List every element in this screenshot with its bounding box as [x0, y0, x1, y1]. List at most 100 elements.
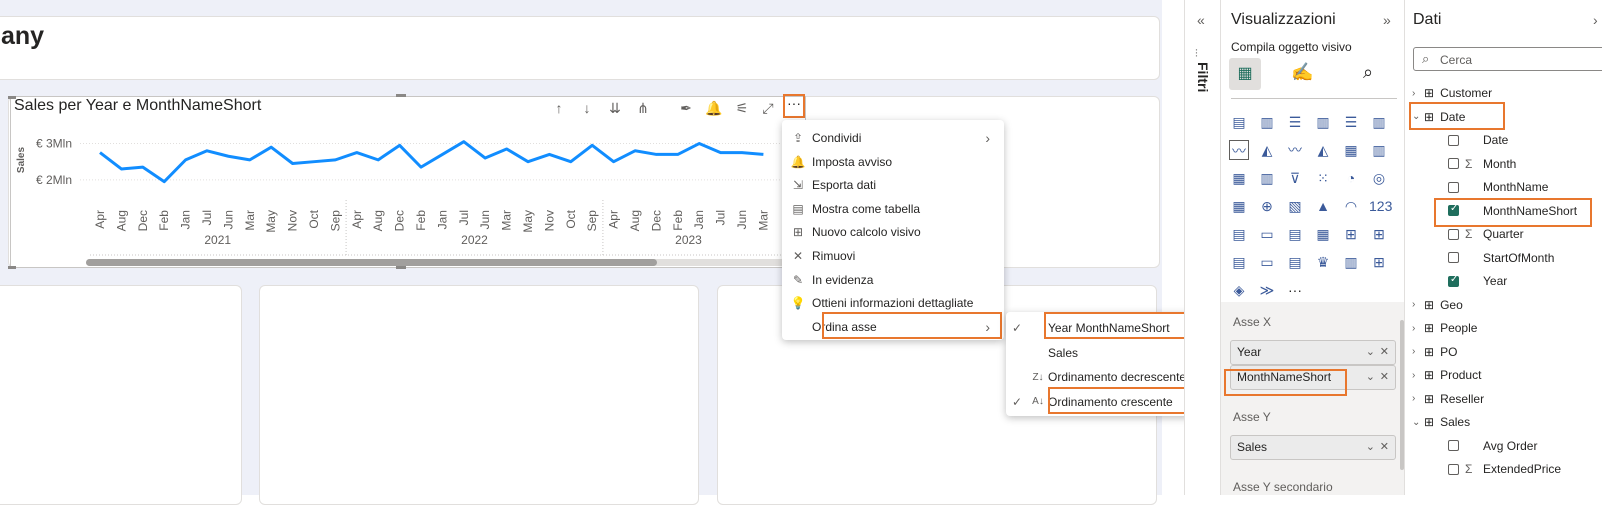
- viz-type-icon[interactable]: ◎: [1369, 168, 1389, 188]
- viz-type-icon[interactable]: ▦: [1313, 224, 1333, 244]
- chevron-right-icon[interactable]: ›: [1412, 370, 1424, 381]
- table-node[interactable]: › ⊞ Customer: [1412, 84, 1492, 102]
- format-visual-tab-icon[interactable]: ✍: [1291, 62, 1313, 83]
- well-field-pill[interactable]: Sales ⌄ ✕: [1230, 435, 1396, 460]
- search-placeholder[interactable]: Cerca: [1440, 53, 1472, 67]
- chevron-down-icon[interactable]: ⌄: [1366, 436, 1375, 459]
- filters-pane[interactable]: « ⫶ Filtri: [1184, 0, 1220, 495]
- viz-type-icon[interactable]: ◔: [1341, 168, 1361, 188]
- field-checkbox[interactable]: [1448, 274, 1459, 287]
- table-node[interactable]: › ⊞ Product: [1412, 366, 1481, 384]
- viz-type-icon[interactable]: ♛: [1313, 252, 1333, 272]
- table-node[interactable]: › ⊞ People: [1412, 319, 1477, 337]
- viz-type-icon[interactable]: ▥: [1313, 112, 1333, 132]
- field-node[interactable]: Σ Month: [1448, 155, 1516, 173]
- field-node[interactable]: Date: [1448, 131, 1508, 149]
- search-box[interactable]: ⌕ Cerca: [1413, 47, 1602, 71]
- viz-type-icon[interactable]: ▲: [1313, 196, 1333, 216]
- expand-pane-icon[interactable]: »: [1383, 12, 1391, 28]
- scrollbar-thumb[interactable]: [86, 259, 657, 266]
- field-checkbox[interactable]: [1448, 134, 1459, 146]
- field-node[interactable]: Σ Quarter: [1448, 225, 1524, 243]
- chevron-down-icon[interactable]: ⌄: [1366, 341, 1375, 364]
- build-visual-tab-icon[interactable]: ▦: [1229, 58, 1261, 90]
- field-node[interactable]: StartOfMonth: [1448, 249, 1554, 267]
- filter-toggle-icon[interactable]: ⫶: [1195, 48, 1198, 61]
- menu-item-condividi[interactable]: ⇪ Condividi ›: [782, 126, 1004, 150]
- viz-type-icon[interactable]: ⊞: [1341, 224, 1361, 244]
- viz-type-icon[interactable]: 123: [1369, 196, 1392, 216]
- menu-item-mostra-come-tabella[interactable]: ▤ Mostra come tabella: [782, 197, 1004, 221]
- collapse-data-pane-icon[interactable]: ›: [1593, 12, 1598, 28]
- viz-type-icon[interactable]: ▥: [1257, 112, 1277, 132]
- viz-type-icon[interactable]: ◈: [1229, 280, 1249, 300]
- x-group-label: 2021: [204, 233, 231, 247]
- viz-type-icon[interactable]: ▤: [1229, 252, 1249, 272]
- collapse-filters-icon[interactable]: «: [1197, 12, 1205, 28]
- viz-type-icon[interactable]: ▭: [1257, 224, 1277, 244]
- viz-type-icon[interactable]: ◭: [1313, 140, 1333, 160]
- chevron-right-icon[interactable]: ›: [1412, 393, 1424, 404]
- viz-type-icon[interactable]: ▥: [1341, 252, 1361, 272]
- menu-item-imposta-avviso[interactable]: 🔔 Imposta avviso: [782, 150, 1004, 174]
- more-visuals-icon[interactable]: ···: [1285, 280, 1305, 300]
- viz-type-icon[interactable]: ⁙: [1313, 168, 1333, 188]
- viz-type-icon[interactable]: ▥: [1369, 140, 1389, 160]
- viz-type-icon[interactable]: ▦: [1341, 140, 1361, 160]
- filters-label[interactable]: Filtri: [1195, 62, 1211, 92]
- chevron-right-icon[interactable]: ›: [1412, 299, 1424, 310]
- viz-type-icon[interactable]: ⊽: [1285, 168, 1305, 188]
- viz-type-icon[interactable]: ⊞: [1369, 224, 1389, 244]
- viz-type-icon[interactable]: ▥: [1257, 168, 1277, 188]
- field-checkbox[interactable]: [1448, 252, 1459, 263]
- viz-type-icon[interactable]: ▤: [1285, 224, 1305, 244]
- viz-type-icon[interactable]: ▦: [1229, 168, 1249, 188]
- well-label: Asse Y: [1233, 410, 1271, 424]
- viz-type-icon[interactable]: ☰: [1341, 112, 1361, 132]
- viz-type-icon[interactable]: 〰: [1229, 140, 1249, 160]
- viz-type-icon[interactable]: ▤: [1229, 112, 1249, 132]
- remove-field-icon[interactable]: ✕: [1380, 436, 1389, 459]
- field-node[interactable]: MonthName: [1448, 178, 1548, 196]
- menu-item-esporta-dati[interactable]: ⇲ Esporta dati: [782, 173, 1004, 197]
- viz-type-icon[interactable]: ≫: [1257, 280, 1277, 300]
- field-checkbox[interactable]: [1448, 158, 1459, 169]
- table-node[interactable]: › ⊞ PO: [1412, 343, 1457, 361]
- field-checkbox[interactable]: [1448, 228, 1459, 240]
- field-checkbox[interactable]: [1448, 440, 1459, 451]
- viz-type-icon[interactable]: ▭: [1257, 252, 1277, 272]
- field-node[interactable]: Σ ExtendedPrice: [1448, 460, 1561, 478]
- chevron-down-icon[interactable]: ⌄: [1412, 417, 1424, 428]
- menu-item-rimuovi[interactable]: ✕ Rimuovi: [782, 244, 1004, 268]
- menu-item-in-evidenza[interactable]: ✎ In evidenza: [782, 268, 1004, 292]
- field-node[interactable]: Avg Order: [1448, 437, 1537, 455]
- chevron-right-icon[interactable]: ›: [1412, 323, 1424, 334]
- field-node[interactable]: Year: [1448, 272, 1507, 290]
- remove-field-icon[interactable]: ✕: [1380, 341, 1389, 364]
- chevron-right-icon[interactable]: ›: [1412, 88, 1424, 99]
- table-node[interactable]: › ⊞ Reseller: [1412, 390, 1484, 408]
- field-checkbox[interactable]: [1448, 463, 1459, 475]
- viz-type-icon[interactable]: ▧: [1285, 196, 1305, 216]
- field-checkbox[interactable]: [1448, 181, 1459, 193]
- viz-type-icon[interactable]: ◭: [1257, 140, 1277, 160]
- viz-type-icon[interactable]: ▥: [1369, 112, 1389, 132]
- menu-item-nuovo-calcolo-visivo[interactable]: ⊞ Nuovo calcolo visivo: [782, 220, 1004, 244]
- viz-type-icon[interactable]: ▤: [1229, 224, 1249, 244]
- viz-type-icon[interactable]: ⊞: [1369, 252, 1389, 272]
- submenu-item[interactable]: Z↓ Ordinamento decrescente: [1006, 365, 1202, 389]
- viz-type-icon[interactable]: ☰: [1285, 112, 1305, 132]
- table-node[interactable]: › ⊞ Geo: [1412, 296, 1463, 314]
- viz-type-icon[interactable]: ▤: [1285, 252, 1305, 272]
- viz-type-icon[interactable]: ⊕: [1257, 196, 1277, 216]
- chevron-right-icon[interactable]: ›: [1412, 346, 1424, 357]
- analytics-tab-icon[interactable]: ⌕: [1363, 62, 1373, 83]
- viz-type-icon[interactable]: ▦: [1229, 196, 1249, 216]
- viz-type-icon[interactable]: ◠: [1341, 196, 1361, 216]
- remove-field-icon[interactable]: ✕: [1380, 366, 1389, 389]
- viz-type-icon[interactable]: 〰: [1285, 140, 1305, 160]
- submenu-item[interactable]: Sales: [1006, 341, 1202, 365]
- well-field-pill[interactable]: Year ⌄ ✕: [1230, 340, 1396, 365]
- chevron-down-icon[interactable]: ⌄: [1366, 366, 1375, 389]
- table-node[interactable]: ⌄ ⊞ Sales: [1412, 413, 1470, 431]
